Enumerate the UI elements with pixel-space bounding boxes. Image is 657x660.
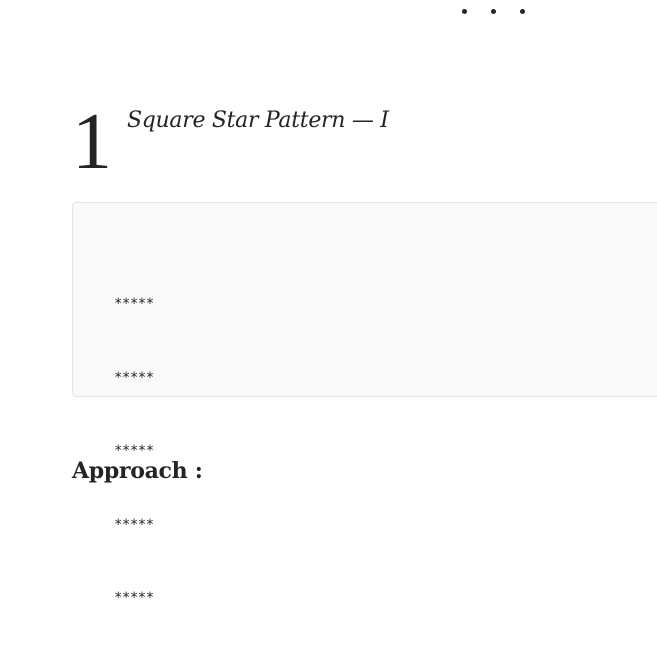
section-separator: [462, 9, 549, 14]
section-number: 1: [72, 98, 112, 186]
code-line: *****: [114, 590, 154, 606]
approach-heading: Approach :: [72, 458, 203, 484]
code-line: *****: [114, 369, 154, 386]
section-title: Square Star Pattern — I: [127, 108, 389, 133]
separator-dot: [491, 9, 496, 14]
separator-dot: [520, 9, 525, 14]
section-header: 1 Square Star Pattern — I: [72, 100, 389, 182]
code-block: ***** ***** ***** ***** *****: [72, 202, 657, 606]
code-content: ***** ***** ***** ***** *****: [114, 243, 154, 660]
separator-dot: [462, 9, 467, 14]
code-line: *****: [114, 516, 154, 533]
code-line: *****: [114, 296, 154, 312]
